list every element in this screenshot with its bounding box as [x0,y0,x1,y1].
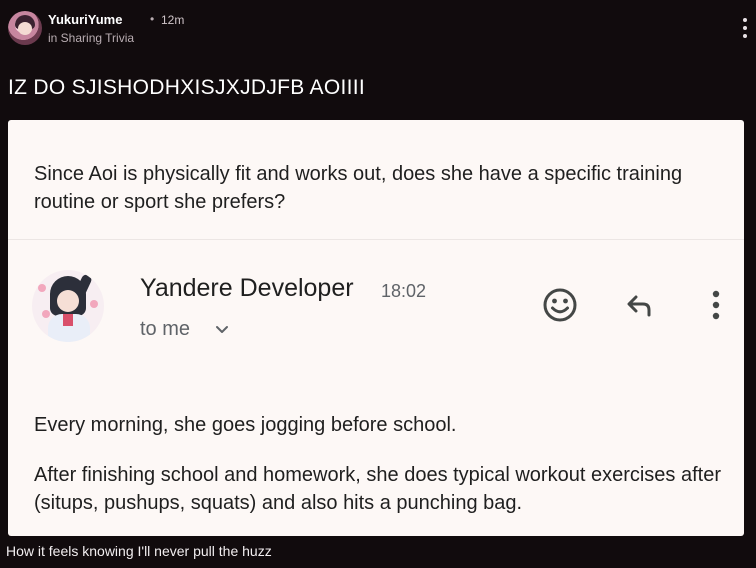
post-menu-button[interactable] [740,18,750,42]
post-header: YukuriYume • 12m in Sharing Trivia [8,10,748,50]
post-time: 12m [161,13,185,27]
email-body-paragraph: Every morning, she goes jogging before s… [34,414,457,436]
kebab-icon[interactable] [696,285,736,325]
email-screenshot: Since Aoi is physically fit and works ou… [8,120,744,536]
avatar-face [18,22,32,35]
petal-decoration [38,284,46,292]
user-avatar[interactable] [8,11,42,45]
kebab-icon-dot [743,18,747,22]
username[interactable]: YukuriYume [48,12,122,27]
petal-decoration [90,300,98,308]
email-body-paragraph: After finishing school and homework, she… [34,464,722,514]
kebab-icon-dot [743,34,747,38]
avatar-face [57,290,79,312]
smiley-icon[interactable] [540,285,580,325]
separator-dot: • [150,12,155,26]
petal-decoration [42,310,50,318]
sender-time: 18:02 [381,281,427,301]
kebab-icon-dot [743,26,747,30]
reply-arrow-icon[interactable] [618,285,658,325]
email-question: Since Aoi is physically fit and works ou… [34,163,683,213]
sender-avatar[interactable] [32,270,104,342]
avatar-scarf [63,314,73,326]
divider [8,239,744,240]
post-title: IZ DO SJISHODHXISJXJDJFB AOIIII [8,76,366,99]
recipient-label[interactable]: to me [140,318,190,341]
image-caption: How it feels knowing I'll never pull the… [6,543,272,559]
community-link[interactable]: in Sharing Trivia [48,31,134,45]
chevron-down-icon[interactable] [213,320,231,338]
sender-name: Yandere Developer [140,274,354,302]
